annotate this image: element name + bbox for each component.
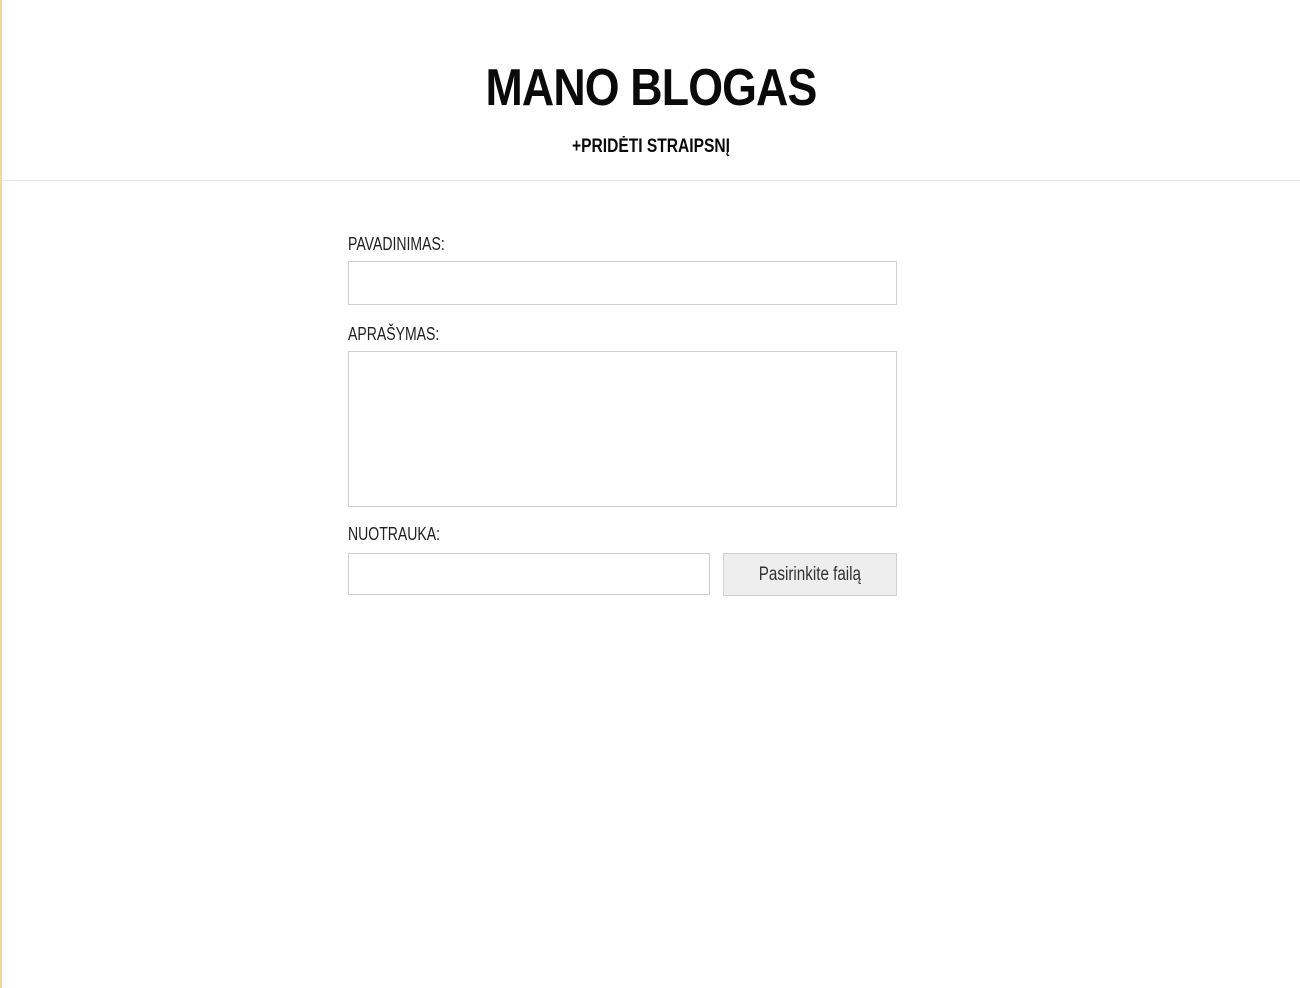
- image-label: NUOTRAUKA:: [348, 524, 441, 544]
- choose-file-button[interactable]: Pasirinkite failą: [723, 553, 897, 596]
- image-path-input[interactable]: [348, 553, 710, 595]
- site-header: MANO BLOGAS +PRIDĖTI STRAIPSNĮ: [2, 0, 1300, 181]
- description-textarea[interactable]: [348, 351, 897, 507]
- title-input[interactable]: [348, 261, 897, 305]
- description-label: APRAŠYMAS:: [348, 324, 440, 344]
- site-title: MANO BLOGAS: [485, 59, 818, 117]
- choose-file-button-label: Pasirinkite failą: [758, 563, 862, 585]
- add-post-link[interactable]: +PRIDĖTI STRAIPSNĮ: [119, 134, 1183, 160]
- title-label: PAVADINIMAS:: [348, 234, 445, 254]
